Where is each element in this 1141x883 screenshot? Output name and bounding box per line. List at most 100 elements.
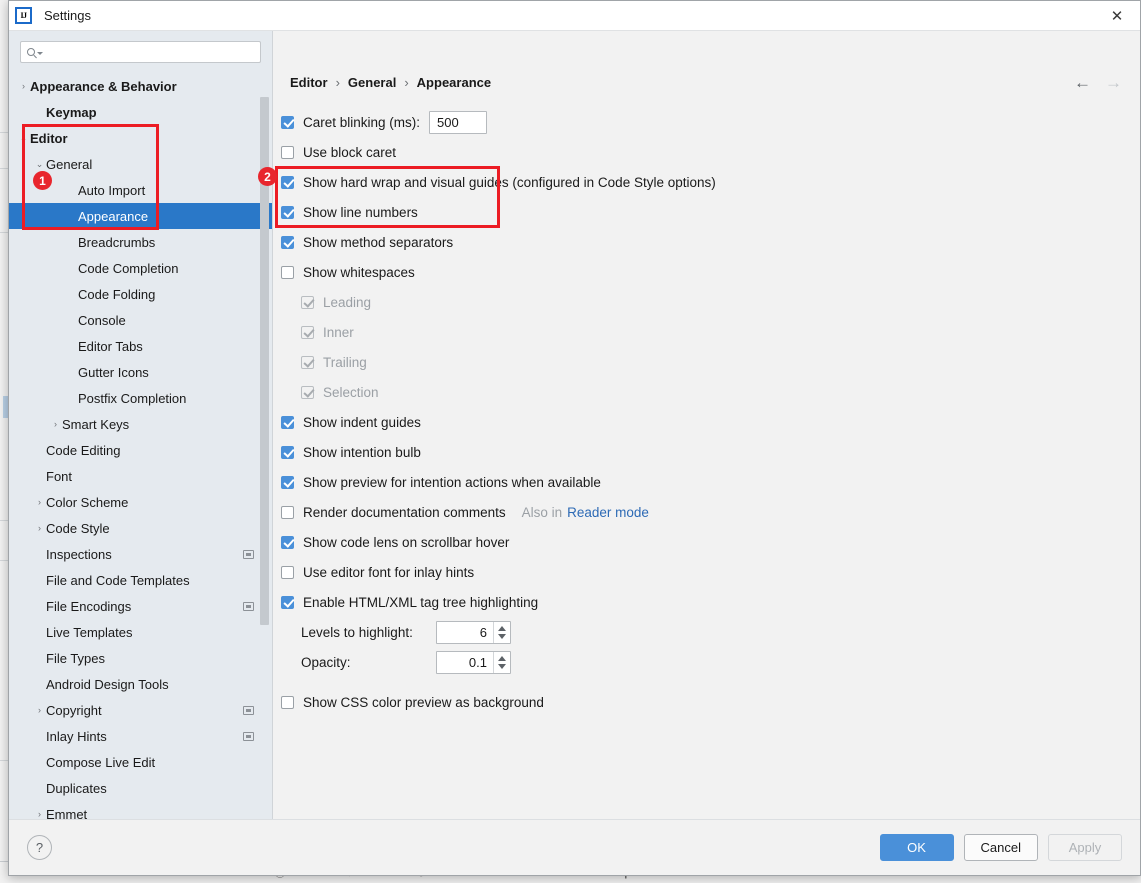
sidebar-item-editor[interactable]: ⌄ Editor <box>9 125 272 151</box>
sidebar-item-code-style[interactable]: › Code Style <box>9 515 272 541</box>
setting-row-use-editor-font-inlay: Use editor font for inlay hints <box>273 557 1140 587</box>
sidebar-item-code-editing[interactable]: Code Editing <box>9 437 272 463</box>
whitespace-inner-label: Inner <box>323 324 354 340</box>
cancel-button[interactable]: Cancel <box>963 834 1038 861</box>
setting-row-show-whitespaces: Show whitespaces <box>273 257 1140 287</box>
spinner-up-icon[interactable] <box>498 655 506 661</box>
show-method-separators-checkbox[interactable] <box>281 235 294 249</box>
ok-button[interactable]: OK <box>879 834 954 861</box>
enable-tag-tree-highlighting-checkbox[interactable] <box>281 595 294 609</box>
sidebar-item-compose-live-edit[interactable]: Compose Live Edit <box>9 749 272 775</box>
levels-to-highlight-value[interactable]: 6 <box>437 622 493 643</box>
spinner-up-icon[interactable] <box>498 625 506 631</box>
caret-blinking-input[interactable]: 500 <box>429 110 488 134</box>
opacity-stepper[interactable] <box>493 651 510 673</box>
sidebar-item-inspections[interactable]: Inspections <box>9 541 272 567</box>
sidebar-item-android-design-tools[interactable]: Android Design Tools <box>9 671 272 697</box>
sidebar-item-duplicates[interactable]: Duplicates <box>9 775 272 801</box>
close-icon[interactable]: ✕ <box>1094 1 1140 30</box>
setting-row-enable-tag-tree-highlighting: Enable HTML/XML tag tree highlighting <box>273 587 1140 617</box>
chevron-right-icon[interactable]: › <box>17 81 30 91</box>
sidebar-item-file-encodings[interactable]: File Encodings <box>9 593 272 619</box>
help-button[interactable]: ? <box>27 835 52 860</box>
sidebar-item-appearance[interactable]: Appearance <box>9 203 272 229</box>
sidebar-scrollbar[interactable] <box>260 97 269 625</box>
chevron-right-icon[interactable]: › <box>33 497 46 507</box>
sidebar-item-color-scheme[interactable]: › Color Scheme <box>9 489 272 515</box>
chevron-down-icon[interactable]: ⌄ <box>17 133 30 144</box>
sidebar-item-emmet[interactable]: › Emmet <box>9 801 272 820</box>
forward-arrow-icon[interactable]: → <box>1105 74 1122 91</box>
apply-button[interactable]: Apply <box>1048 834 1122 861</box>
opacity-value[interactable]: 0.1 <box>437 652 493 673</box>
levels-to-highlight-spinner[interactable]: 6 <box>436 620 511 644</box>
sidebar-item-code-completion[interactable]: Code Completion <box>9 255 272 281</box>
use-editor-font-inlay-checkbox[interactable] <box>281 565 294 579</box>
breadcrumb-item: Editor <box>290 75 328 90</box>
sidebar-item-auto-import[interactable]: Auto Import <box>9 177 272 203</box>
setting-row-show-intention-bulb: Show intention bulb <box>273 437 1140 467</box>
spinner-down-icon[interactable] <box>498 663 506 669</box>
enable-tag-tree-highlighting-label: Enable HTML/XML tag tree highlighting <box>303 594 539 610</box>
use-editor-font-inlay-label: Use editor font for inlay hints <box>303 564 475 580</box>
chevron-right-icon[interactable]: › <box>33 809 46 819</box>
whitespace-selection-checkbox <box>301 385 314 399</box>
sidebar-item-file-and-code-templates[interactable]: File and Code Templates <box>9 567 272 593</box>
reader-mode-link[interactable]: Reader mode <box>567 505 649 520</box>
use-block-caret-label: Use block caret <box>303 144 397 160</box>
sidebar-item-file-types[interactable]: File Types <box>9 645 272 671</box>
sidebar-item-console[interactable]: Console <box>9 307 272 333</box>
sidebar-item-label: Editor Tabs <box>78 338 143 354</box>
use-block-caret-checkbox[interactable] <box>281 145 294 159</box>
render-doc-comments-hint: Also in <box>521 504 563 520</box>
sidebar-item-postfix-completion[interactable]: Postfix Completion <box>9 385 272 411</box>
sidebar-item-font[interactable]: Font <box>9 463 272 489</box>
search-input[interactable] <box>47 44 254 60</box>
chevron-right-icon[interactable]: › <box>49 419 62 429</box>
show-whitespaces-checkbox[interactable] <box>281 265 294 279</box>
sidebar-item-editor-tabs[interactable]: Editor Tabs <box>9 333 272 359</box>
search-box[interactable] <box>20 41 261 63</box>
sidebar-item-label: Code Editing <box>46 442 121 458</box>
project-scope-icon <box>243 549 254 559</box>
sidebar-item-live-templates[interactable]: Live Templates <box>9 619 272 645</box>
show-indent-guides-checkbox[interactable] <box>281 415 294 429</box>
sidebar-item-label: Smart Keys <box>62 416 130 432</box>
sidebar-item-inlay-hints[interactable]: Inlay Hints <box>9 723 272 749</box>
sidebar-item-gutter-icons[interactable]: Gutter Icons <box>9 359 272 385</box>
sidebar-item-general[interactable]: ⌄ General <box>9 151 272 177</box>
sidebar-item-appearance-behavior[interactable]: › Appearance & Behavior <box>9 73 272 99</box>
breadcrumb-item: Appearance <box>416 75 492 90</box>
show-code-lens-label: Show code lens on scrollbar hover <box>303 534 510 550</box>
show-preview-intention-checkbox[interactable] <box>281 475 294 489</box>
opacity-spinner[interactable]: 0.1 <box>436 650 511 674</box>
render-doc-comments-checkbox[interactable] <box>281 505 294 519</box>
sidebar-item-breadcrumbs[interactable]: Breadcrumbs <box>9 229 272 255</box>
show-hard-wrap-checkbox[interactable] <box>281 175 294 189</box>
sidebar-item-code-folding[interactable]: Code Folding <box>9 281 272 307</box>
show-code-lens-checkbox[interactable] <box>281 535 294 549</box>
setting-row-show-line-numbers: Show line numbers <box>273 197 1140 227</box>
show-line-numbers-checkbox[interactable] <box>281 205 294 219</box>
chevron-down-icon[interactable]: ⌄ <box>33 159 46 170</box>
chevron-right-icon[interactable]: › <box>33 523 46 533</box>
whitespace-trailing-label: Trailing <box>323 354 367 370</box>
intellij-logo-icon: IJ <box>15 7 32 24</box>
sidebar-item-label: Font <box>46 468 73 484</box>
settings-sidebar: › Appearance & Behavior Keymap ⌄ Editor ⌄ Gene… <box>9 31 273 819</box>
chevron-right-icon[interactable]: › <box>33 705 46 715</box>
show-intention-bulb-checkbox[interactable] <box>281 445 294 459</box>
setting-row-show-preview-intention: Show preview for intention actions when … <box>273 467 1140 497</box>
setting-row-whitespace-inner: Inner <box>273 317 1140 347</box>
levels-to-highlight-stepper[interactable] <box>493 621 510 643</box>
back-arrow-icon[interactable]: ← <box>1074 74 1091 91</box>
show-css-color-preview-checkbox[interactable] <box>281 695 294 709</box>
sidebar-item-smart-keys[interactable]: › Smart Keys <box>9 411 272 437</box>
sidebar-item-copyright[interactable]: › Copyright <box>9 697 272 723</box>
setting-row-show-css-color-preview: Show CSS color preview as background <box>273 687 1140 717</box>
spinner-down-icon[interactable] <box>498 633 506 639</box>
sidebar-item-keymap[interactable]: Keymap <box>9 99 272 125</box>
dialog-title: Settings <box>44 8 91 23</box>
caret-blinking-checkbox[interactable] <box>281 115 294 129</box>
sidebar-item-label: Android Design Tools <box>46 676 169 692</box>
